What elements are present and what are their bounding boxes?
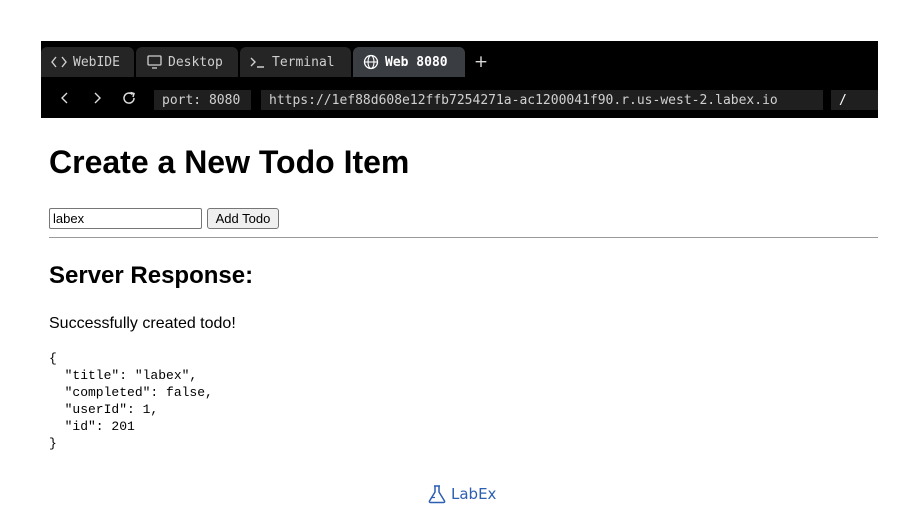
tab-terminal[interactable]: Terminal [240, 47, 351, 77]
tab-desktop[interactable]: Desktop [136, 47, 238, 77]
chevron-left-icon [61, 92, 68, 104]
tab-bar: WebIDE Desktop Terminal Web 8080 + [41, 47, 878, 77]
tab-label: Web 8080 [385, 54, 448, 70]
response-heading: Server Response: [49, 262, 254, 289]
flask-icon [428, 485, 446, 504]
divider [49, 237, 878, 238]
port-field[interactable]: port: 8080 [154, 90, 251, 110]
browser-chrome: WebIDE Desktop Terminal Web 8080 + port:… [41, 41, 878, 118]
reload-button[interactable] [120, 89, 138, 107]
nav-bar: port: 8080 https://1ef88d608e12ffb725427… [41, 77, 878, 118]
add-todo-button[interactable]: Add Todo [207, 208, 279, 229]
url-field[interactable]: https://1ef88d608e12ffb7254271a-ac120004… [261, 90, 823, 110]
tab-label: WebIDE [73, 54, 120, 70]
page-title: Create a New Todo Item [49, 144, 410, 180]
add-tab-button[interactable]: + [471, 47, 491, 77]
status-message: Successfully created todo! [49, 315, 236, 332]
tab-label: Desktop [168, 54, 223, 70]
todo-title-input[interactable] [49, 208, 202, 229]
response-json: { "title": "labex", "completed": false, … [49, 351, 213, 451]
back-button[interactable] [56, 89, 74, 107]
chevron-right-icon [94, 92, 101, 104]
tab-web-8080[interactable]: Web 8080 [353, 47, 465, 77]
brand-name: LabEx [451, 485, 497, 503]
footer-logo: LabEx [427, 483, 496, 505]
tab-label: Terminal [272, 54, 335, 70]
path-field[interactable]: / [831, 90, 878, 110]
code-icon [51, 54, 67, 70]
globe-icon [363, 54, 379, 70]
monitor-icon [146, 54, 162, 70]
tab-webide[interactable]: WebIDE [41, 47, 134, 77]
reload-icon [123, 91, 135, 104]
forward-button[interactable] [88, 89, 106, 107]
terminal-icon [250, 54, 266, 70]
